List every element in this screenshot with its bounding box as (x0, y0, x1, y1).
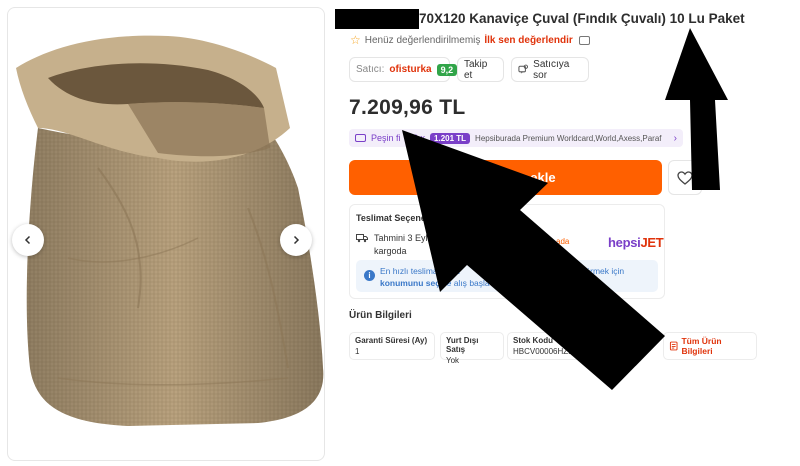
hepsijet-logo-hepsi: hepsi (608, 235, 641, 250)
product-info-key: Stok Kodu (513, 336, 553, 345)
all-product-info-label: Tüm Ürün Bilgileri (681, 336, 722, 356)
follow-seller-button[interactable]: Takip et (457, 57, 504, 82)
document-icon (669, 341, 678, 351)
product-info-card: Yurt Dışı Satış Yok (440, 332, 504, 365)
seller-label: Satıcı: (356, 64, 385, 75)
price: 7.209,96 TL (349, 96, 466, 119)
delivery-options: Teslimat Seçenekleri Tahmini 3 Eylül Per… (349, 204, 665, 299)
delivery-estimate-line1: Tahmini 3 Eylül Per (374, 233, 452, 243)
product-info-title: Ürün Bilgileri (349, 310, 412, 321)
ask-seller-button[interactable]: Satıcıya sor (511, 57, 589, 82)
rating-status: Henüz değerlendirilmemiş (364, 34, 481, 46)
delivery-estimate-line2: kargoda (374, 246, 407, 256)
select-location-link[interactable]: konumunu seç (380, 278, 440, 288)
product-info-card: Garanti Süresi (Ay) 1 (349, 332, 435, 360)
seller-score-badge: 9,2 (436, 63, 458, 76)
seller-chip[interactable]: Satıcı: ofisturka 9,2 (349, 57, 458, 82)
product-image-gallery (7, 7, 325, 461)
chevron-right-icon: › (673, 132, 677, 144)
carrier-partial: ada (556, 237, 570, 246)
product-info-value: Yok (446, 356, 460, 365)
rating-row: ☆ Henüz değerlendirilmemiş İlk sen değer… (350, 33, 590, 47)
installment-text: Peşin fi (371, 133, 401, 143)
product-image-burlap-sack[interactable] (8, 8, 325, 461)
brand-redaction (335, 9, 419, 29)
product-info-key: Garanti Süresi (Ay) (355, 336, 428, 345)
gallery-prev-button[interactable] (12, 224, 44, 256)
chat-icon (518, 64, 528, 74)
delivery-info-text: En hızlı teslimat seçe görmek için konum… (380, 265, 652, 289)
hepsijet-logo-jet: JET (640, 235, 664, 250)
favorite-button[interactable] (668, 160, 702, 195)
product-info-key: Yurt Dışı Satış (446, 336, 479, 354)
add-to-cart-label: e ekle (519, 170, 556, 185)
installment-text-tail: a 6 x (405, 133, 426, 143)
info-line2-b: ve alış (442, 278, 467, 288)
heart-icon (677, 170, 693, 185)
installment-bar[interactable]: Peşin fi a 6 x 1.201 TL Hepsiburada Prem… (349, 129, 683, 147)
info-line1-a: En hızlı teslimat seçe (380, 266, 461, 276)
first-review-link[interactable]: İlk sen değerlendir (484, 35, 572, 46)
truck-icon (356, 234, 368, 243)
seller-name-link[interactable]: ofisturka (389, 64, 431, 75)
installment-amount-badge: 1.201 TL (430, 132, 471, 144)
delivery-info-box: i En hızlı teslimat seçe görmek için kon… (356, 260, 658, 292)
message-icon[interactable] (578, 35, 590, 45)
product-info-card: Stok Kodu HBCV00006HZ1TV (507, 332, 607, 360)
credit-card-icon (355, 134, 366, 142)
gallery-next-button[interactable] (280, 224, 312, 256)
product-info-value: 1 (355, 347, 360, 356)
info-icon: i (364, 270, 375, 281)
delivery-estimate: Tahmini 3 Eylül Per kargoda (374, 232, 564, 258)
add-to-cart-button[interactable]: e ekle (349, 160, 662, 195)
hepsijet-logo: hepsiJET (608, 235, 664, 250)
info-line2-c: başla (469, 278, 490, 288)
chevron-right-icon (293, 235, 300, 245)
installment-banks: Hepsiburada Premium Worldcard,World,Axes… (475, 133, 662, 143)
chevron-left-icon (24, 235, 31, 245)
product-title: 70X120 Kanaviçe Çuval (Fındık Çuvalı) 10… (419, 11, 745, 26)
delivery-title: Teslimat Seçenekleri (356, 213, 445, 223)
follow-label: Takip et (464, 58, 488, 81)
star-outline-icon: ☆ (350, 33, 361, 47)
info-line1-b: görmek için (580, 266, 625, 276)
all-product-info-button[interactable]: Tüm Ürün Bilgileri (663, 332, 757, 360)
product-info-value: HBCV00006HZ1TV (513, 347, 583, 356)
ask-seller-label: Satıcıya sor (533, 58, 570, 81)
